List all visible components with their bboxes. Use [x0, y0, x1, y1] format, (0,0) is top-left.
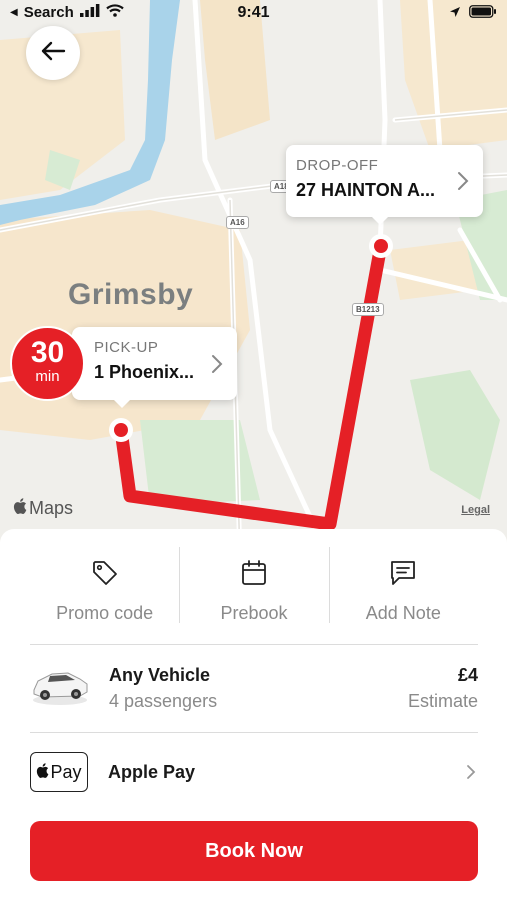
fare-estimate-label: Estimate — [407, 691, 478, 711]
vehicle-passengers: 4 passengers — [109, 691, 218, 711]
eta-badge: 30 min — [10, 326, 85, 401]
chevron-right-icon — [466, 764, 476, 785]
vehicle-name: Any Vehicle — [109, 665, 211, 685]
chevron-right-icon — [457, 171, 469, 196]
note-icon — [389, 559, 417, 589]
pickup-label: PICK-UP — [94, 339, 159, 356]
pickup-card[interactable]: PICK-UP 1 Phoenix... — [72, 327, 237, 408]
apple-pay-badge-text: Pay — [50, 761, 82, 782]
battery-icon — [469, 5, 497, 22]
apple-icon — [36, 762, 49, 783]
add-note-label: Add Note — [365, 603, 441, 623]
divider — [30, 644, 478, 645]
dropoff-card[interactable]: DROP-OFF 27 HAINTON A... — [286, 145, 483, 225]
apple-icon — [13, 498, 27, 519]
status-time: 9:41 — [237, 4, 270, 21]
divider — [30, 732, 478, 733]
pickup-address: 1 Phoenix... — [94, 362, 195, 382]
apple-maps-logo: Maps — [13, 498, 73, 519]
eta-value: 30 — [30, 336, 65, 369]
car-icon — [30, 664, 90, 713]
payment-method[interactable]: Pay Apple Pay — [30, 742, 478, 802]
promo-code-label: Promo code — [56, 603, 154, 623]
add-note-button[interactable]: Add Note — [328, 545, 478, 645]
fare-price: £4 — [457, 665, 478, 685]
booking-sheet: Promo code Prebook Add Note Any Vehicle … — [0, 529, 507, 900]
vehicle-option[interactable]: Any Vehicle 4 passengers £4 Estimate — [30, 654, 478, 724]
maps-brand: Maps — [29, 498, 74, 518]
arrow-left-icon — [40, 41, 66, 66]
location-arrow-icon — [449, 5, 461, 22]
eta-unit: min — [35, 368, 60, 385]
map-view[interactable]: A18 A16 B1213 Grimsby Maps Legal DROP-OF… — [0, 0, 507, 560]
apple-pay-badge: Pay — [30, 752, 88, 792]
prebook-label: Prebook — [220, 603, 288, 623]
tag-icon — [91, 559, 119, 589]
prebook-button[interactable]: Prebook — [179, 545, 328, 645]
road-badge: A16 — [226, 216, 249, 229]
road-badge: B1213 — [352, 303, 384, 316]
payment-method-label: Apple Pay — [108, 762, 196, 782]
quick-actions: Promo code Prebook Add Note — [30, 545, 478, 645]
back-button[interactable] — [26, 26, 80, 80]
chevron-right-icon — [211, 354, 223, 379]
city-label: Grimsby — [68, 278, 194, 311]
book-now-button[interactable]: Book Now — [30, 821, 478, 881]
dropoff-address: 27 HAINTON A... — [296, 180, 436, 200]
promo-code-button[interactable]: Promo code — [30, 545, 179, 645]
calendar-icon — [241, 559, 267, 589]
dropoff-label: DROP-OFF — [296, 157, 379, 174]
legal-link[interactable]: Legal — [461, 504, 490, 516]
status-bar: ◀ Search 9:41 — [0, 0, 507, 28]
